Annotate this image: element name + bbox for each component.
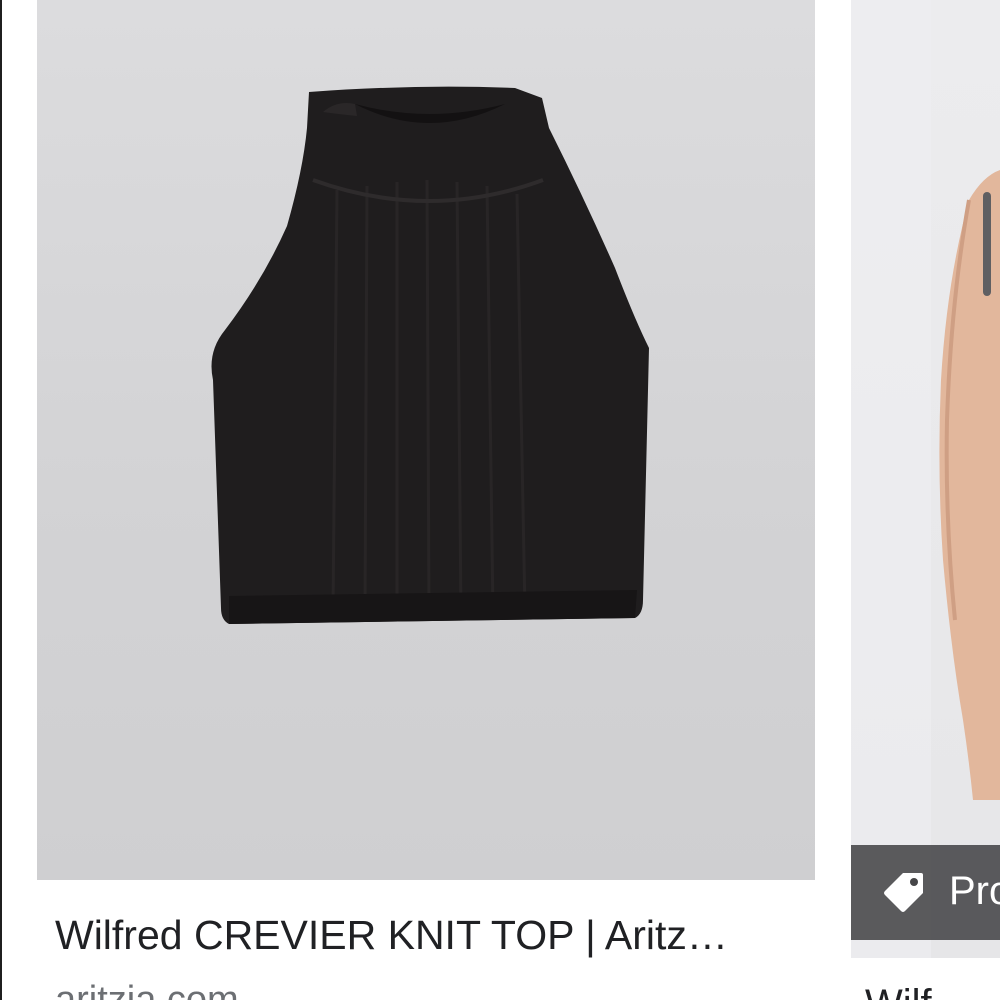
result-source: aritzia.com — [55, 979, 239, 1000]
model-photo — [851, 0, 1000, 958]
result-thumbnail-partial[interactable] — [851, 0, 1000, 958]
result-thumbnail[interactable] — [37, 0, 815, 880]
left-divider — [0, 0, 2, 1000]
scrollbar-thumb[interactable] — [983, 192, 991, 296]
result-title-partial[interactable]: Wilf — [865, 982, 932, 1000]
image-results-grid: Wilfred CREVIER KNIT TOP | Aritz… aritzi… — [0, 0, 1000, 1000]
product-badge[interactable]: Pro — [851, 845, 1000, 940]
result-card-partial[interactable]: Pro Wilf — [851, 0, 1000, 1000]
result-card[interactable]: Wilfred CREVIER KNIT TOP | Aritz… aritzi… — [37, 0, 815, 1000]
tag-icon — [884, 873, 923, 912]
black-knit-top-image — [211, 86, 649, 624]
result-title[interactable]: Wilfred CREVIER KNIT TOP | Aritz… — [55, 908, 815, 962]
product-badge-label: Pro — [949, 869, 1000, 913]
